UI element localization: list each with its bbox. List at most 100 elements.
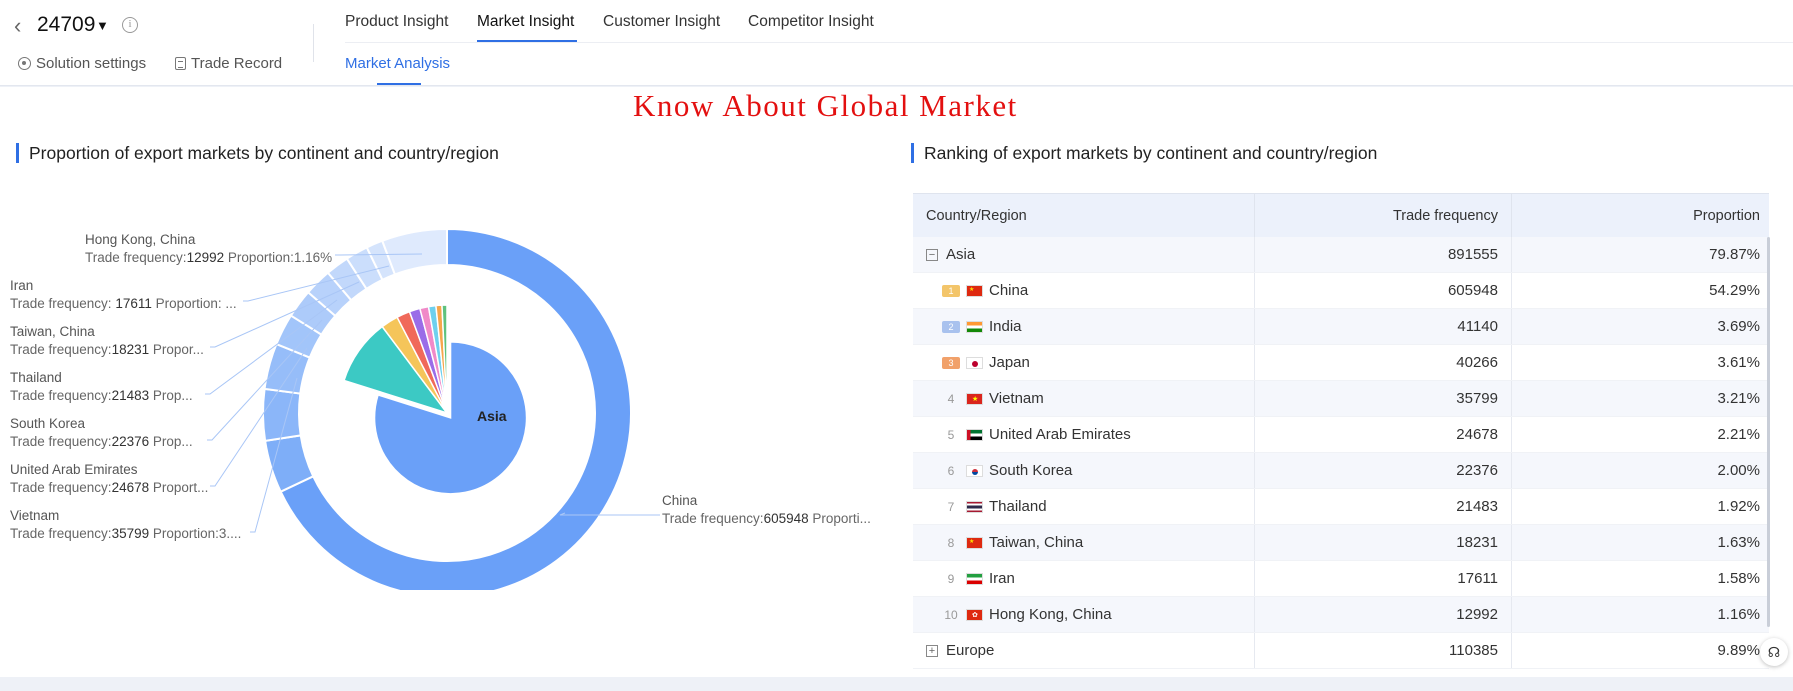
group-name: Europe (946, 642, 995, 659)
country-name: Taiwan, China (989, 534, 1084, 551)
table-row[interactable]: 5 United Arab Emirates 24678 2.21% (913, 417, 1769, 453)
table-row[interactable]: 3 Japan 40266 3.61% (913, 345, 1769, 381)
cell-country: − Asia (913, 237, 1255, 272)
table-row[interactable]: 7 Thailand 21483 1.92% (913, 489, 1769, 525)
cell-frequency: 35799 (1255, 381, 1512, 416)
cell-frequency: 18231 (1255, 525, 1512, 560)
cell-proportion: 3.69% (1717, 318, 1760, 335)
rank-badge: 7 (947, 499, 955, 514)
cell-frequency: 110385 (1255, 633, 1512, 668)
gear-icon (18, 57, 31, 70)
cell-frequency: 40266 (1255, 345, 1512, 380)
label-freq: 35799 (111, 526, 150, 541)
cell-frequency: 22376 (1255, 453, 1512, 488)
right-section-title: Ranking of export markets by continent a… (911, 143, 1377, 163)
cell-country: 1 ★ China (913, 273, 1255, 308)
cell-country: 8 ★ Taiwan, China (913, 525, 1255, 560)
label-freq-key: Trade frequency: (10, 480, 112, 495)
rank-badge: 10 (944, 607, 958, 622)
label-freq-key: Trade frequency: (662, 511, 764, 526)
rank-badge: 4 (947, 391, 955, 406)
table-row[interactable]: 1 ★ China 605948 54.29% (913, 273, 1769, 309)
label-prop: Proporti... (812, 511, 871, 526)
rank-badge: 6 (947, 463, 955, 478)
cell-proportion: 1.58% (1717, 570, 1760, 587)
col-proportion[interactable]: Proportion (1512, 194, 1769, 237)
label-freq: 12992 (186, 250, 225, 265)
inner-slice-label[interactable]: Asia (477, 408, 507, 424)
cell-frequency: 891555 (1255, 237, 1512, 272)
tab-product-insight[interactable]: Product Insight (345, 13, 448, 31)
cell-country: 3 Japan (913, 345, 1255, 380)
cell-proportion: 2.00% (1717, 462, 1760, 479)
col-country[interactable]: Country/Region (913, 194, 1255, 237)
col-trade-frequency[interactable]: Trade frequency (1255, 194, 1512, 237)
cell-proportion: 1.92% (1717, 498, 1760, 515)
table-row[interactable]: − Asia 891555 79.87% (913, 237, 1769, 273)
table-row[interactable]: 9 Iran 17611 1.58% (913, 561, 1769, 597)
label-prop: Propor... (152, 342, 204, 357)
table-row[interactable]: 4 ★ Vietnam 35799 3.21% (913, 381, 1769, 417)
rank-badge: 5 (947, 427, 955, 442)
tab-competitor-insight[interactable]: Competitor Insight (748, 13, 874, 31)
table-row[interactable]: 8 ★ Taiwan, China 18231 1.63% (913, 525, 1769, 561)
label-freq: 605948 (763, 511, 809, 526)
header-divider (313, 24, 314, 62)
table-row[interactable]: + Europe 110385 9.89% (913, 633, 1769, 669)
active-subtab-indicator (377, 83, 421, 85)
table-row[interactable]: 10 ✿ Hong Kong, China 12992 1.16% (913, 597, 1769, 633)
cell-proportion: 3.61% (1717, 354, 1760, 371)
cell-frequency: 17611 (1255, 561, 1512, 596)
label-prop: Prop... (152, 388, 193, 403)
chevron-left-icon[interactable]: ‹ (14, 14, 32, 38)
label-freq: 24678 (111, 480, 150, 495)
label-china: China Trade frequency:605948 Proporti... (662, 492, 871, 528)
rank-badge: 1 (942, 284, 960, 297)
label-uae: United Arab Emirates Trade frequency:246… (10, 461, 208, 497)
label-freq: 21483 (111, 388, 150, 403)
label-freq-key: Trade frequency: (10, 342, 112, 357)
tab-market-insight[interactable]: Market Insight (477, 13, 574, 31)
cell-frequency: 605948 (1255, 273, 1512, 308)
cell-proportion: 3.21% (1717, 390, 1760, 407)
flag-cn-icon: ★ (966, 284, 983, 297)
hs-code-selector[interactable]: 24709 (37, 13, 95, 37)
trade-record-link[interactable]: Trade Record (175, 55, 282, 72)
solution-settings-link[interactable]: Solution settings (18, 55, 146, 72)
table-row[interactable]: 2 India 41140 3.69% (913, 309, 1769, 345)
country-name: Japan (989, 354, 1030, 371)
label-name: Thailand (10, 370, 62, 385)
tab-customer-insight[interactable]: Customer Insight (603, 13, 720, 31)
collapse-icon[interactable]: − (926, 248, 938, 261)
cell-frequency: 12992 (1255, 597, 1512, 632)
table-scrollbar[interactable] (1767, 237, 1770, 627)
label-prop: Proportion:3.... (152, 526, 242, 541)
label-iran: Iran Trade frequency: 17611 Proportion: … (10, 277, 237, 313)
caret-down-icon[interactable]: ▼ (96, 18, 109, 33)
flag-jp-icon (966, 356, 983, 369)
cell-frequency: 21483 (1255, 489, 1512, 524)
country-name: Iran (989, 570, 1015, 587)
label-freq-key: Trade frequency: (10, 526, 112, 541)
label-name: Hong Kong, China (85, 232, 196, 247)
country-name: South Korea (989, 462, 1073, 479)
rank-badge: 3 (942, 356, 960, 369)
label-name: United Arab Emirates (10, 462, 138, 477)
tab-divider (345, 42, 1793, 43)
headset-icon[interactable]: ☊ (1760, 638, 1788, 666)
info-icon[interactable]: i (122, 17, 138, 33)
outer-slice[interactable] (380, 227, 448, 276)
label-name: Taiwan, China (10, 324, 95, 339)
subtab-market-analysis[interactable]: Market Analysis (345, 55, 450, 72)
cell-proportion: 9.89% (1717, 642, 1760, 659)
label-prop: Proport... (152, 480, 209, 495)
ranking-table: Country/Region Trade frequency Proportio… (913, 193, 1769, 669)
label-name: Iran (10, 278, 34, 293)
expand-icon[interactable]: + (926, 644, 938, 657)
label-freq: 17611 (111, 296, 152, 311)
cell-country: 7 Thailand (913, 489, 1255, 524)
country-name: Thailand (989, 498, 1047, 515)
cell-proportion: 1.63% (1717, 534, 1760, 551)
trade-record-label: Trade Record (191, 55, 283, 72)
table-row[interactable]: 6 South Korea 22376 2.00% (913, 453, 1769, 489)
